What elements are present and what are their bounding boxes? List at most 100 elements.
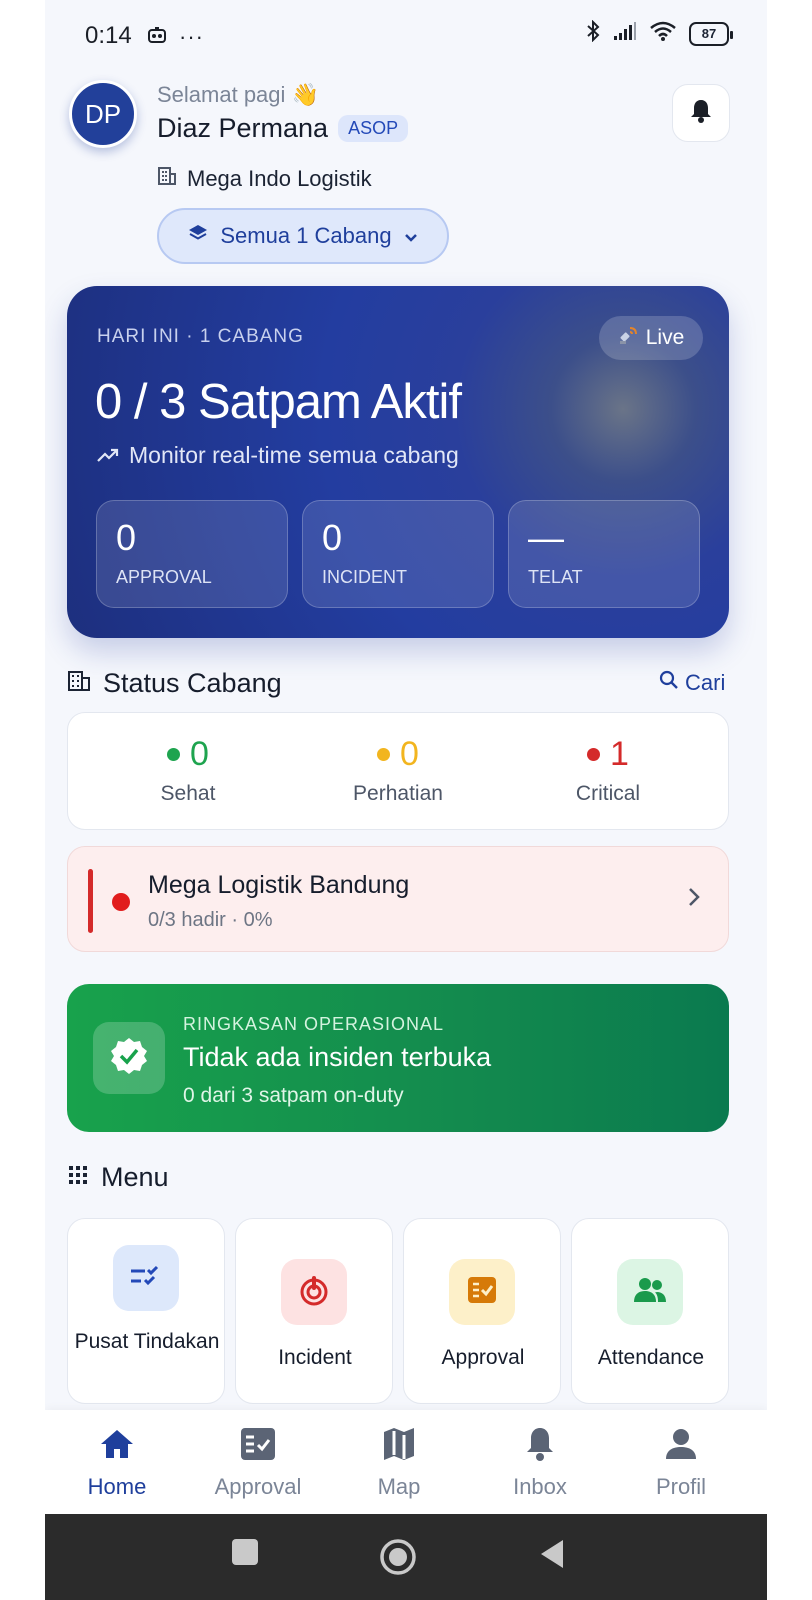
hero-card: HARI INI · 1 CABANG Live 0 / 3 Satpam Ak…	[67, 286, 729, 638]
nav-approval[interactable]: Approval	[186, 1424, 330, 1500]
stat-label: APPROVAL	[116, 567, 212, 587]
ops-label: RINGKASAN OPERASIONAL	[183, 1014, 445, 1034]
hero-subtitle: Monitor real-time semua cabang	[97, 442, 459, 469]
square-icon	[231, 1539, 259, 1570]
user-row: Diaz Permana ASOP	[157, 113, 409, 144]
status-name: Sehat	[160, 782, 216, 805]
system-nav-bar	[45, 1514, 767, 1600]
menu-icon-box	[617, 1259, 683, 1325]
menu-grid: Pusat Tindakan Incident Approval Attenda…	[67, 1218, 729, 1404]
approval-list-icon	[186, 1424, 330, 1464]
battery-indicator: 87	[689, 21, 733, 46]
branch-meta: 0/3 hadir · 0%	[148, 909, 273, 931]
chevron-down-icon	[404, 223, 418, 249]
stat-value: 0	[116, 517, 137, 558]
user-name: Diaz Permana	[157, 113, 329, 143]
bell-icon	[468, 1424, 612, 1464]
stat-value: —	[528, 517, 564, 558]
menu-item-attendance[interactable]: Attendance	[571, 1218, 729, 1404]
status-perhatian[interactable]: 0 Perhatian	[298, 735, 498, 806]
red-dot-icon	[587, 748, 601, 761]
nav-label: Home	[87, 1474, 147, 1499]
verified-badge-box	[93, 1022, 165, 1094]
chevron-right-icon	[688, 887, 700, 912]
building-icon	[157, 166, 177, 192]
nav-inbox[interactable]: Inbox	[468, 1424, 612, 1500]
alarm-icon	[297, 1273, 331, 1312]
nav-home[interactable]: Home	[45, 1424, 189, 1500]
nav-profil[interactable]: Profil	[609, 1424, 753, 1500]
avatar[interactable]: DP	[69, 80, 137, 148]
trending-up-icon	[97, 442, 119, 469]
menu-icon-box	[449, 1259, 515, 1325]
bottom-nav: Home Approval Map Inbox Profil	[45, 1410, 767, 1514]
layers-icon	[188, 223, 208, 249]
branch-status-bar	[88, 869, 93, 933]
home-system-button[interactable]	[379, 1538, 417, 1581]
stat-telat[interactable]: — TELAT	[508, 500, 700, 608]
company-name: Mega Indo Logistik	[187, 166, 372, 191]
back-button[interactable]	[539, 1538, 565, 1575]
wifi-icon	[649, 20, 677, 47]
status-name: Critical	[575, 782, 641, 805]
section-title: Menu	[101, 1162, 169, 1192]
menu-icon-box	[113, 1245, 179, 1311]
menu-item-pusat-tindakan[interactable]: Pusat Tindakan	[67, 1218, 225, 1404]
status-name: Perhatian	[353, 782, 443, 805]
live-badge: Live	[599, 316, 703, 360]
stat-label: TELAT	[528, 567, 583, 587]
status-time: 0:14	[85, 22, 132, 49]
status-count: 0	[400, 735, 419, 773]
signal-icon	[613, 21, 637, 46]
role-badge: ASOP	[338, 115, 409, 142]
person-icon	[609, 1424, 753, 1464]
branch-card[interactable]: Mega Logistik Bandung 0/3 hadir · 0%	[67, 846, 729, 952]
nav-map[interactable]: Map	[327, 1424, 471, 1500]
bluetooth-icon	[585, 19, 601, 47]
ops-summary-card[interactable]: RINGKASAN OPERASIONAL Tidak ada insiden …	[67, 984, 729, 1132]
nav-label: Map	[377, 1474, 421, 1499]
section-title: Status Cabang	[103, 668, 282, 698]
stat-incident[interactable]: 0 INCIDENT	[302, 500, 494, 608]
nav-label: Approval	[214, 1474, 302, 1499]
status-cabang-heading: Status Cabang	[67, 668, 282, 699]
status-bar: 0:14 ··· 87	[45, 0, 767, 70]
map-icon	[327, 1424, 471, 1464]
search-link-label: Cari	[685, 670, 726, 695]
yellow-dot-icon	[377, 748, 391, 761]
recents-button[interactable]	[231, 1538, 259, 1571]
stat-value: 0	[322, 517, 343, 558]
back-triangle-icon	[539, 1540, 565, 1574]
branch-status-dot-icon	[112, 893, 130, 911]
hero-label: HARI INI · 1 CABANG	[97, 326, 304, 347]
status-sehat[interactable]: 0 Sehat	[88, 735, 288, 806]
stat-approval[interactable]: 0 APPROVAL	[96, 500, 288, 608]
menu-label: Attendance	[597, 1346, 705, 1369]
menu-label: Approval	[441, 1346, 525, 1369]
approval-icon	[466, 1275, 498, 1310]
menu-label: Incident	[278, 1346, 352, 1369]
menu-item-incident[interactable]: Incident	[235, 1218, 393, 1404]
status-critical[interactable]: 1 Critical	[508, 735, 708, 806]
company-row: Mega Indo Logistik	[157, 166, 372, 192]
status-summary-card: 0 Sehat 0 Perhatian 1 Critical	[67, 712, 729, 830]
branch-selector-label: Semua 1 Cabang	[220, 223, 392, 248]
menu-label: Pusat Tindakan	[74, 1330, 220, 1353]
bell-icon	[689, 98, 713, 129]
hero-subtitle-text: Monitor real-time semua cabang	[129, 442, 459, 468]
nav-label: Profil	[655, 1474, 707, 1499]
notification-app-icon	[147, 26, 167, 49]
app-screen: 0:14 ··· 87 DP Selamat pagi 👋 Diaz Perma…	[45, 0, 767, 1600]
status-count: 0	[190, 735, 209, 773]
building-icon	[67, 668, 91, 699]
menu-item-approval[interactable]: Approval	[403, 1218, 561, 1404]
nav-label: Inbox	[513, 1474, 567, 1499]
verified-badge-icon	[109, 1036, 149, 1081]
branch-selector[interactable]: Semua 1 Cabang	[157, 208, 449, 264]
ops-title: Tidak ada insiden terbuka	[183, 1042, 492, 1072]
notification-button[interactable]	[672, 84, 730, 142]
hero-title: 0 / 3 Satpam Aktif	[95, 375, 462, 429]
more-dots-icon: ···	[179, 24, 204, 49]
greeting-text: Selamat pagi 👋	[157, 82, 319, 107]
search-link[interactable]: Cari	[659, 670, 725, 696]
